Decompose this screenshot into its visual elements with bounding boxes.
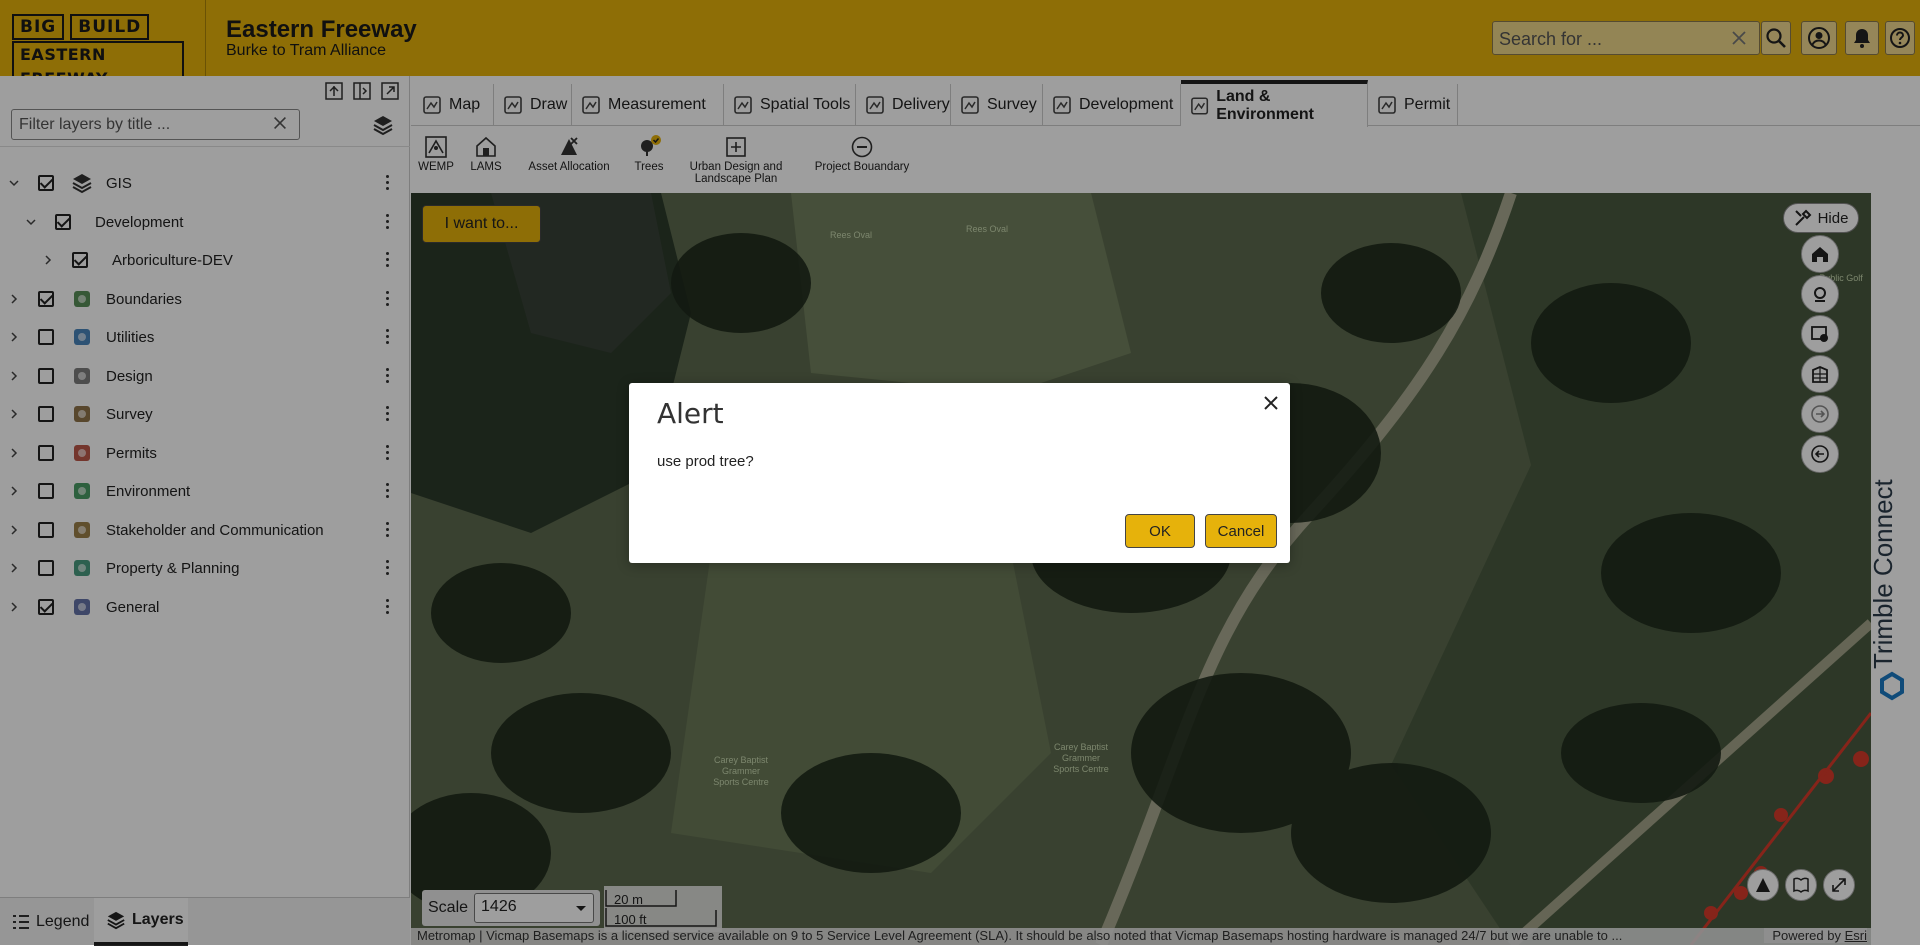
cancel-button[interactable]: Cancel: [1205, 514, 1277, 548]
dialog-title: Alert: [657, 397, 724, 430]
close-icon[interactable]: [1261, 393, 1281, 413]
ok-button[interactable]: OK: [1125, 514, 1195, 548]
alert-dialog: Alert use prod tree? OK Cancel: [629, 383, 1290, 563]
dialog-message: use prod tree?: [657, 453, 754, 470]
